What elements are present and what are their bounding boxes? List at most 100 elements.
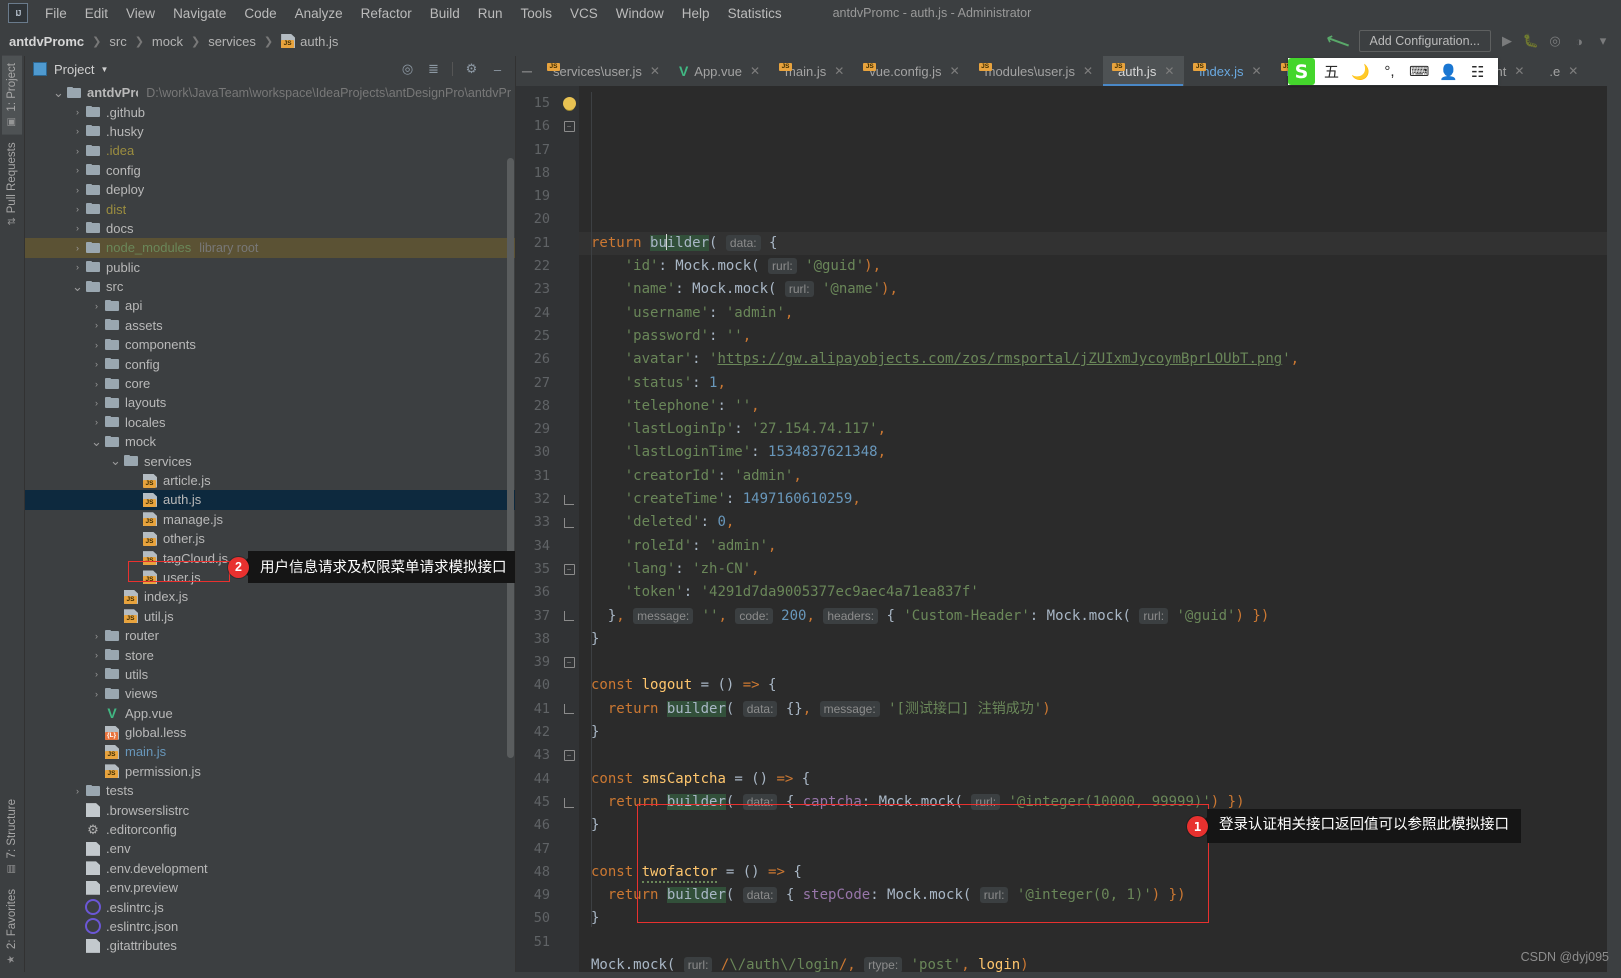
debug-icon[interactable]: 🐛 xyxy=(1523,33,1539,49)
code-line-30[interactable]: 'lang': 'zh-CN', xyxy=(579,558,1607,581)
chevron-right-icon[interactable]: › xyxy=(72,185,83,195)
code-folding-gutter[interactable]: − − − − xyxy=(559,86,579,972)
locate-icon[interactable]: ◎ xyxy=(400,62,415,77)
code-line-33[interactable]: } xyxy=(579,628,1607,651)
tree-node-dist[interactable]: ›dist xyxy=(25,199,515,218)
intention-bulb-icon[interactable] xyxy=(563,97,576,110)
tool-window-pull-requests[interactable]: ⇄Pull Requests xyxy=(2,135,22,233)
fold-close-icon[interactable] xyxy=(559,791,579,814)
tree-node-global-less[interactable]: {L}global.less xyxy=(25,723,515,742)
fold-close-icon[interactable] xyxy=(559,488,579,511)
code-content[interactable]: return builder( data: { 'id': Mock.mock(… xyxy=(579,86,1607,972)
close-icon[interactable]: ✕ xyxy=(650,64,660,78)
collapse-all-icon[interactable]: ≣ xyxy=(426,62,441,77)
tab-list-icon[interactable]: ─ xyxy=(516,56,538,86)
more-chevron-icon[interactable]: ▾ xyxy=(1595,33,1611,49)
breadcrumb[interactable]: antdvPromc❯src❯mock❯services❯JSauth.js xyxy=(6,33,341,50)
editor-tab-modules-user-js[interactable]: JSmodules\user.js✕ xyxy=(970,56,1103,86)
fold-end-icon[interactable] xyxy=(564,704,574,714)
close-icon[interactable]: ✕ xyxy=(1083,64,1093,78)
fold-close-icon[interactable] xyxy=(559,605,579,628)
chevron-right-icon[interactable]: › xyxy=(91,631,102,641)
chevron-right-icon[interactable]: › xyxy=(91,669,102,679)
tree-node-docs[interactable]: ›docs xyxy=(25,219,515,238)
fold-close-icon[interactable] xyxy=(559,698,579,721)
breadcrumb-item-mock[interactable]: mock xyxy=(149,33,186,50)
editor-tab-main-js[interactable]: JSmain.js✕ xyxy=(770,56,854,86)
tree-node-manage-js[interactable]: JSmanage.js xyxy=(25,510,515,529)
editor-tab-app-vue[interactable]: VApp.vue✕ xyxy=(670,56,770,86)
close-icon[interactable]: ✕ xyxy=(1251,64,1261,78)
chevron-right-icon[interactable]: › xyxy=(91,301,102,311)
fold-open-icon[interactable]: − xyxy=(559,558,579,581)
fold-collapse-icon[interactable]: − xyxy=(564,657,575,668)
tree-node-tests[interactable]: ›tests xyxy=(25,781,515,800)
chevron-right-icon[interactable]: › xyxy=(72,262,83,272)
code-line-27[interactable]: 'createTime': 1497160610259, xyxy=(579,488,1607,511)
editor-tab--e[interactable]: .e✕ xyxy=(1534,56,1588,86)
close-icon[interactable]: ✕ xyxy=(1568,64,1578,78)
tree-node-assets[interactable]: ›assets xyxy=(25,316,515,335)
menu-item-statistics[interactable]: Statistics xyxy=(719,3,791,24)
code-line-16[interactable]: return builder( data: { xyxy=(579,232,1607,255)
code-line-29[interactable]: 'roleId': 'admin', xyxy=(579,535,1607,558)
code-line-18[interactable]: 'name': Mock.mock( rurl: '@name'), xyxy=(579,278,1607,301)
chevron-right-icon[interactable]: › xyxy=(91,359,102,369)
close-icon[interactable]: ✕ xyxy=(1514,64,1524,78)
chevron-right-icon[interactable]: › xyxy=(72,146,83,156)
chevron-down-icon[interactable]: ⌄ xyxy=(53,89,64,97)
moon-icon[interactable]: 🌙 xyxy=(1348,58,1373,85)
chevron-right-icon[interactable]: › xyxy=(72,243,83,253)
code-line-46[interactable] xyxy=(579,931,1607,954)
sogou-ime-bar[interactable]: S 五 🌙 °, ⌨ 👤 ☷ xyxy=(1288,58,1498,85)
menu-item-tools[interactable]: Tools xyxy=(512,3,562,24)
close-icon[interactable]: ✕ xyxy=(1164,64,1174,78)
code-line-47[interactable]: Mock.mock( rurl: /\/auth\/login/, rtype:… xyxy=(579,954,1607,972)
tree-node-store[interactable]: ›store xyxy=(25,645,515,664)
settings-gear-icon[interactable]: ⚙ xyxy=(464,62,479,77)
code-line-22[interactable]: 'status': 1, xyxy=(579,372,1607,395)
tree-node-src[interactable]: ⌄src xyxy=(25,277,515,296)
tree-node--env-preview[interactable]: .env.preview xyxy=(25,878,515,897)
coverage-icon[interactable]: ◎ xyxy=(1547,33,1563,49)
hide-panel-icon[interactable]: – xyxy=(490,62,505,77)
punctuation-icon[interactable]: °, xyxy=(1377,58,1402,85)
fold-collapse-icon[interactable]: − xyxy=(564,750,575,761)
tree-node-components[interactable]: ›components xyxy=(25,335,515,354)
tree-node--env-development[interactable]: .env.development xyxy=(25,859,515,878)
tree-node-auth-js[interactable]: JSauth.js xyxy=(25,490,515,509)
code-line-23[interactable]: 'telephone': '', xyxy=(579,395,1607,418)
code-line-36[interactable]: return builder( data: {}, message: '[测试接… xyxy=(579,698,1607,721)
tree-node--env[interactable]: .env xyxy=(25,839,515,858)
menu-item-window[interactable]: Window xyxy=(607,3,673,24)
tree-node-config[interactable]: ›config xyxy=(25,161,515,180)
keyboard-icon[interactable]: ⌨ xyxy=(1406,58,1432,85)
chevron-right-icon[interactable]: › xyxy=(72,126,83,136)
code-line-32[interactable]: }, message: '', code: 200, headers: { 'C… xyxy=(579,605,1607,628)
tool-window-1--project[interactable]: ▣1: Project xyxy=(2,56,22,135)
breadcrumb-item-services[interactable]: services xyxy=(205,33,259,50)
fold-collapse-icon[interactable]: − xyxy=(564,121,575,132)
chevron-right-icon[interactable]: › xyxy=(72,223,83,233)
tree-node-services[interactable]: ⌄services xyxy=(25,451,515,470)
back-arrow-icon[interactable]: ⟶ xyxy=(1324,29,1353,53)
code-line-39[interactable]: const smsCaptcha = () => { xyxy=(579,768,1607,791)
code-line-20[interactable]: 'password': '', xyxy=(579,325,1607,348)
code-line-37[interactable]: } xyxy=(579,721,1607,744)
menu-item-file[interactable]: File xyxy=(36,3,76,24)
tree-node-app-vue[interactable]: VApp.vue xyxy=(25,704,515,723)
apps-icon[interactable]: ☷ xyxy=(1465,58,1490,85)
code-line-17[interactable]: 'id': Mock.mock( rurl: '@guid'), xyxy=(579,255,1607,278)
chevron-down-icon[interactable]: ⌄ xyxy=(72,283,83,291)
tree-node--eslintrc-js[interactable]: .eslintrc.js xyxy=(25,897,515,916)
profile-icon[interactable]: ◑ xyxy=(1571,33,1587,49)
tree-node-locales[interactable]: ›locales xyxy=(25,413,515,432)
code-line-15[interactable] xyxy=(579,208,1607,231)
chevron-right-icon[interactable]: › xyxy=(91,689,102,699)
chevron-right-icon[interactable]: › xyxy=(91,320,102,330)
code-line-19[interactable]: 'username': 'admin', xyxy=(579,302,1607,325)
chevron-right-icon[interactable]: › xyxy=(91,340,102,350)
menu-item-refactor[interactable]: Refactor xyxy=(352,3,421,24)
menu-item-help[interactable]: Help xyxy=(673,3,719,24)
fold-open-icon[interactable]: − xyxy=(559,651,579,674)
